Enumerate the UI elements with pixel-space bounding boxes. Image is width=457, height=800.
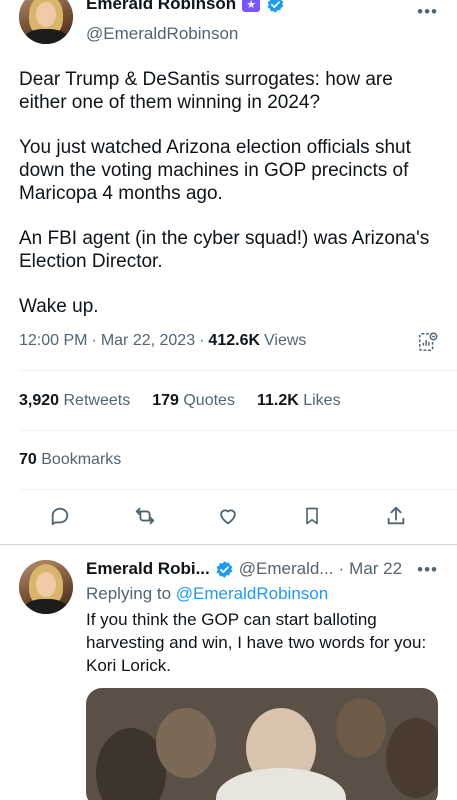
tweet-date[interactable]: Mar 22, 2023 (101, 332, 195, 350)
reply-tweet[interactable]: Emerald Robi... @Emerald... · Mar 22 •••… (0, 546, 457, 800)
meta-separator: · (338, 559, 345, 578)
share-icon[interactable] (383, 503, 409, 529)
tweet-paragraph: An FBI agent (in the cyber squad!) was A… (19, 228, 430, 272)
replying-prefix: Replying to (86, 584, 172, 603)
section-separator (0, 544, 457, 545)
replying-to-mention[interactable]: @EmeraldRobinson (176, 584, 328, 603)
replying-to: Replying to @EmeraldRobinson (86, 584, 328, 604)
main-tweet: Emerald Robinson ★ @EmeraldRobinson ••• … (0, 0, 457, 546)
divider (19, 489, 457, 490)
verified-badge-icon (267, 0, 284, 13)
like-icon[interactable] (215, 503, 241, 529)
reply-author-handle[interactable]: @Emerald... (239, 559, 334, 579)
views-count: 412.6K (208, 332, 261, 349)
reply-icon[interactable] (47, 503, 73, 529)
meta-separator: · (199, 332, 205, 349)
author-name[interactable]: Emerald Robinson (86, 0, 236, 14)
quotes-stat[interactable]: 179 Quotes (152, 392, 235, 410)
tweet-paragraph: You just watched Arizona election offici… (19, 137, 411, 204)
reply-media-image[interactable] (86, 688, 438, 800)
views-label: Views (264, 332, 307, 349)
reply-author-avatar[interactable] (19, 560, 73, 614)
reply-header: Emerald Robi... @Emerald... · Mar 22 (86, 559, 402, 579)
reply-text: If you think the GOP can start balloting… (86, 610, 427, 675)
bookmarks-stat[interactable]: 70 Bookmarks (19, 451, 121, 469)
reply-author-name[interactable]: Emerald Robi... (86, 559, 210, 579)
reply-date[interactable]: Mar 22 (349, 559, 402, 579)
tweet-paragraph: Dear Trump & DeSantis surrogates: how ar… (19, 69, 393, 113)
verified-badge-icon (216, 560, 233, 578)
author-avatar[interactable] (19, 0, 73, 44)
tweet-meta: 12:00 PM · Mar 22, 2023 · 412.6K Views (19, 332, 306, 350)
likes-stat[interactable]: 11.2K Likes (257, 392, 341, 410)
affiliate-badge-icon: ★ (242, 0, 261, 12)
analytics-icon[interactable] (417, 331, 439, 353)
engagement-stats: 3,920 Retweets 179 Quotes 11.2K Likes (19, 392, 341, 410)
tweet-actions (0, 503, 457, 531)
author-handle[interactable]: @EmeraldRobinson (86, 24, 238, 44)
more-options-icon[interactable]: ••• (417, 2, 438, 22)
tweet-paragraph: Wake up. (19, 296, 99, 317)
bookmark-icon[interactable] (299, 503, 325, 529)
tweet-text: Dear Trump & DeSantis surrogates: how ar… (19, 68, 439, 340)
tweet-time[interactable]: 12:00 PM (19, 332, 87, 350)
divider (19, 430, 457, 431)
more-options-icon[interactable]: ••• (417, 560, 438, 580)
divider (19, 370, 457, 371)
meta-separator: · (91, 332, 97, 349)
author-name-row: Emerald Robinson ★ (86, 0, 285, 14)
retweet-icon[interactable] (132, 503, 158, 529)
retweets-stat[interactable]: 3,920 Retweets (19, 392, 130, 410)
